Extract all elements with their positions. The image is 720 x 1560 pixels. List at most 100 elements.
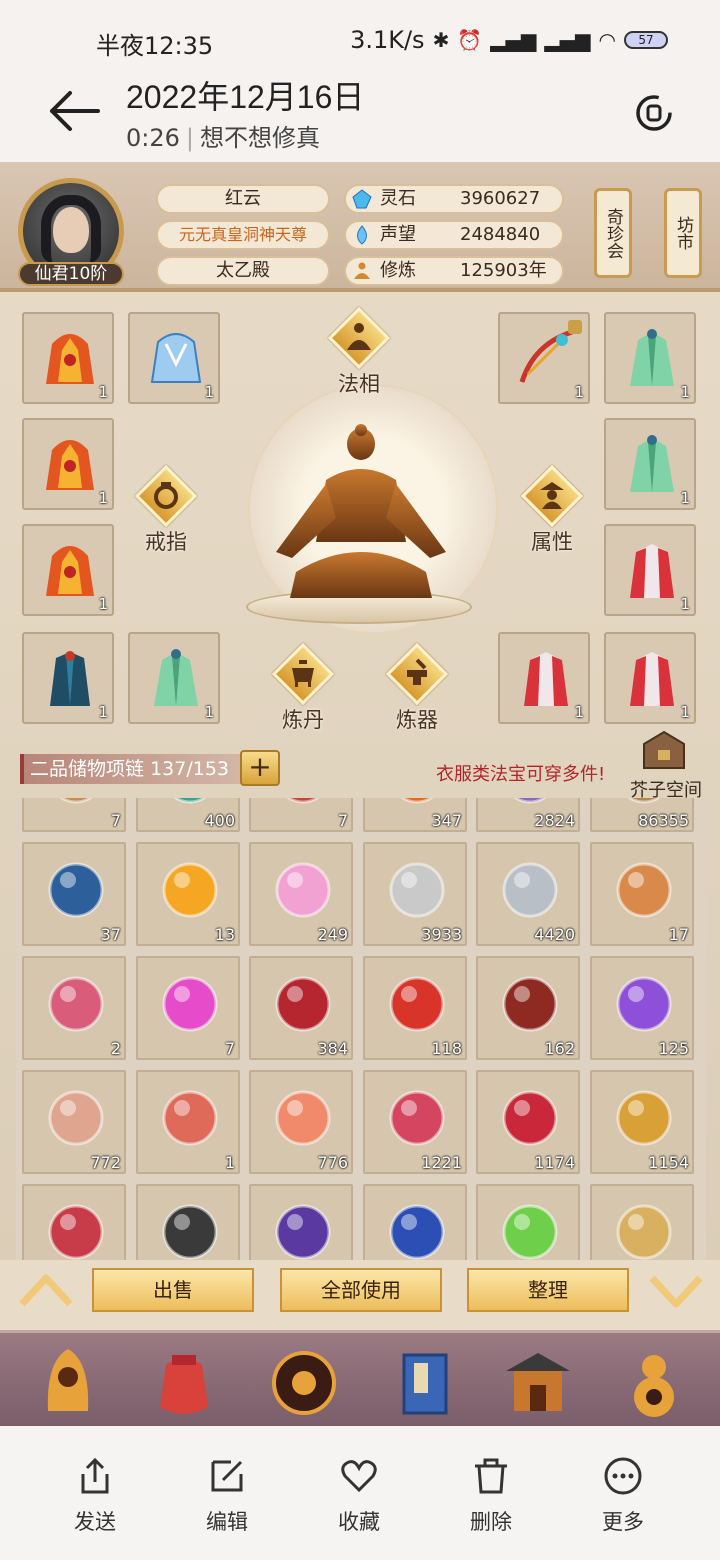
- robe-red-icon: [630, 544, 674, 598]
- spirit-stone-value: 3960627: [460, 188, 541, 209]
- inventory-item[interactable]: 13: [136, 842, 240, 946]
- equip-slot[interactable]: 1: [22, 632, 114, 724]
- equip-slot[interactable]: 1: [22, 524, 114, 616]
- item-count: 1174: [534, 1153, 575, 1172]
- more-button[interactable]: 更多: [578, 1456, 668, 1536]
- inventory-item[interactable]: 37: [22, 842, 126, 946]
- pavilion-icon[interactable]: [500, 1341, 576, 1425]
- equip-slot[interactable]: 1: [128, 632, 220, 724]
- forge-label: 炼器: [396, 708, 438, 732]
- inventory-item[interactable]: 118: [363, 956, 467, 1060]
- inventory-item[interactable]: 1: [136, 1070, 240, 1174]
- inventory-item[interactable]: 772: [22, 1070, 126, 1174]
- inventory-item[interactable]: 249: [249, 842, 353, 946]
- equip-slot[interactable]: 1: [128, 312, 220, 404]
- inventory-item[interactable]: [476, 1184, 580, 1260]
- book-icon[interactable]: [386, 1341, 462, 1425]
- send-button[interactable]: 发送: [50, 1456, 140, 1536]
- reputation-value: 2484840: [460, 224, 541, 245]
- favorite-button[interactable]: 收藏: [314, 1456, 404, 1536]
- blue-herb-icon: [389, 1204, 445, 1260]
- inventory-item[interactable]: 162: [476, 956, 580, 1060]
- forge-button[interactable]: [385, 642, 449, 706]
- sell-button[interactable]: 出售: [92, 1268, 254, 1312]
- inventory-item[interactable]: 400: [136, 798, 240, 832]
- jade-ring-icon: [616, 862, 672, 918]
- viewer-header: 2022年12月16日 0:26 | 想不想修真: [0, 66, 720, 162]
- robe-green-icon: [154, 649, 198, 706]
- inventory-item[interactable]: 2824: [476, 798, 580, 832]
- equip-slot[interactable]: 1: [604, 632, 696, 724]
- equip-slot[interactable]: 1: [498, 312, 590, 404]
- pouch-icon[interactable]: [146, 1341, 222, 1425]
- equip-slot[interactable]: 1: [498, 632, 590, 724]
- inventory-item[interactable]: [249, 1184, 353, 1260]
- equip-slot[interactable]: 1: [22, 418, 114, 510]
- flame-armor-icon: [46, 440, 94, 490]
- bagua-wheel-icon[interactable]: [266, 1341, 342, 1425]
- equip-slot[interactable]: 1: [604, 312, 696, 404]
- inventory-item[interactable]: 2: [22, 956, 126, 1060]
- faxiang-button[interactable]: [327, 306, 391, 370]
- use-all-button[interactable]: 全部使用: [280, 1268, 442, 1312]
- inventory-item[interactable]: 7: [249, 798, 353, 832]
- item-count: 772: [90, 1153, 121, 1172]
- item-icon: [173, 798, 207, 804]
- inventory-item[interactable]: 776: [249, 1070, 353, 1174]
- equip-slot[interactable]: 1: [22, 312, 114, 404]
- delete-button[interactable]: 删除: [446, 1456, 536, 1536]
- inventory-item[interactable]: 1221: [363, 1070, 467, 1174]
- inventory-item[interactable]: [363, 1184, 467, 1260]
- item-count: 1: [224, 1153, 235, 1172]
- item-icon: [400, 798, 434, 804]
- banner-market[interactable]: 坊市: [664, 188, 702, 278]
- inventory-item[interactable]: 1174: [476, 1070, 580, 1174]
- inventory-item[interactable]: 17: [590, 842, 694, 946]
- flame-armor-icon: [46, 546, 94, 596]
- inventory-item[interactable]: 384: [249, 956, 353, 1060]
- inventory-item[interactable]: [22, 1184, 126, 1260]
- item-icon: [513, 798, 547, 804]
- berry-icon: [389, 1090, 445, 1146]
- mustard-space-chest-icon[interactable]: [640, 728, 688, 774]
- raspberry-icon: [502, 1090, 558, 1146]
- equip-slot[interactable]: 1: [604, 524, 696, 616]
- resource-spirit-stone: 灵石 3960627: [344, 184, 564, 214]
- scroll-down-icon[interactable]: [646, 1270, 706, 1310]
- gourd-icon[interactable]: [616, 1341, 692, 1425]
- item-count: 249: [317, 925, 348, 944]
- banner-treasure-fair[interactable]: 奇珍会: [594, 188, 632, 278]
- inventory-item[interactable]: 3933: [363, 842, 467, 946]
- dark-crystal-icon: [275, 1204, 331, 1260]
- ring-button[interactable]: [134, 464, 198, 528]
- scroll-up-icon[interactable]: [16, 1270, 76, 1310]
- meditating-figure-icon[interactable]: [256, 422, 466, 606]
- inventory-item[interactable]: [590, 1184, 694, 1260]
- sort-button[interactable]: 整理: [467, 1268, 629, 1312]
- inventory-item[interactable]: 86355: [590, 798, 694, 832]
- network-speed: 3.1K/s: [350, 26, 425, 54]
- action-strip: 出售 全部使用 整理: [0, 1260, 720, 1330]
- inventory-item[interactable]: 7: [136, 956, 240, 1060]
- equip-slot[interactable]: 1: [604, 418, 696, 510]
- edit-button[interactable]: 编辑: [182, 1456, 272, 1536]
- inventory-item[interactable]: 4420: [476, 842, 580, 946]
- expand-storage-button[interactable]: +: [240, 750, 280, 786]
- lock-icon: [568, 320, 582, 334]
- item-count: 4420: [534, 925, 575, 944]
- alchemy-button[interactable]: [271, 642, 335, 706]
- attributes-button[interactable]: [520, 464, 584, 528]
- rotate-icon[interactable]: [633, 92, 675, 134]
- golden-fruit-icon: [616, 1090, 672, 1146]
- hooded-figure-icon[interactable]: [30, 1341, 106, 1425]
- inventory-item[interactable]: 7: [22, 798, 126, 832]
- inventory-item[interactable]: 347: [363, 798, 467, 832]
- player-title: 元无真皇洞神天尊: [156, 220, 330, 250]
- inventory-item[interactable]: 1154: [590, 1070, 694, 1174]
- inventory-item[interactable]: [136, 1184, 240, 1260]
- robe-green-icon: [630, 329, 674, 386]
- silver-orb-icon: [389, 862, 445, 918]
- item-count: 384: [317, 1039, 348, 1058]
- back-arrow-icon[interactable]: [48, 88, 102, 134]
- inventory-item[interactable]: 125: [590, 956, 694, 1060]
